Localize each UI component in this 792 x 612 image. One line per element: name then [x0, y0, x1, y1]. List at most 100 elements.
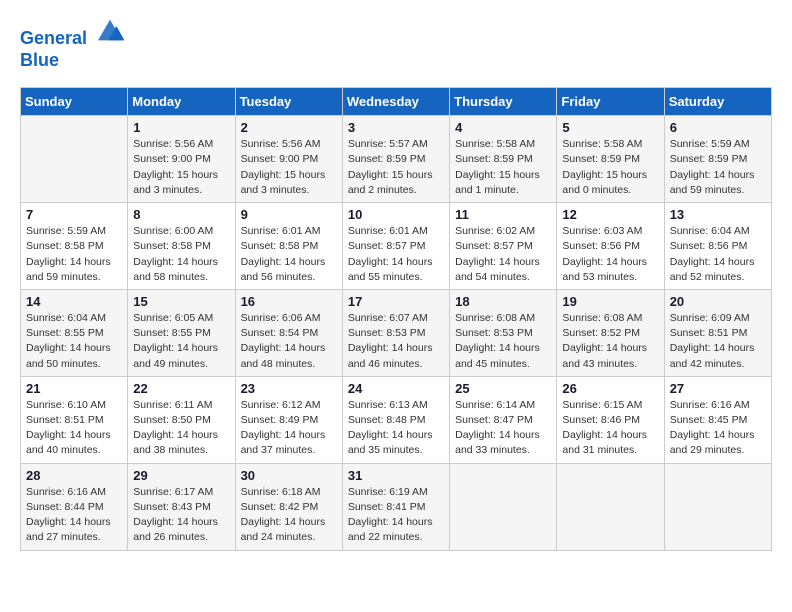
day-number: 20: [670, 294, 766, 309]
day-info: Sunrise: 6:14 AMSunset: 8:47 PMDaylight:…: [455, 398, 551, 459]
calendar-cell: 5 Sunrise: 5:58 AMSunset: 8:59 PMDaylight…: [557, 116, 664, 203]
day-info: Sunrise: 5:59 AMSunset: 8:58 PMDaylight:…: [26, 224, 122, 285]
col-header-friday: Friday: [557, 88, 664, 116]
calendar-cell: 25 Sunrise: 6:14 AMSunset: 8:47 PMDayligh…: [450, 376, 557, 463]
week-row-5: 28 Sunrise: 6:16 AMSunset: 8:44 PMDayligh…: [21, 463, 772, 550]
day-info: Sunrise: 5:58 AMSunset: 8:59 PMDaylight:…: [455, 137, 551, 198]
day-number: 4: [455, 120, 551, 135]
day-info: Sunrise: 6:08 AMSunset: 8:52 PMDaylight:…: [562, 311, 658, 372]
day-number: 29: [133, 468, 229, 483]
day-info: Sunrise: 5:56 AMSunset: 9:00 PMDaylight:…: [241, 137, 337, 198]
day-info: Sunrise: 6:03 AMSunset: 8:56 PMDaylight:…: [562, 224, 658, 285]
calendar-cell: 14 Sunrise: 6:04 AMSunset: 8:55 PMDayligh…: [21, 289, 128, 376]
week-row-3: 14 Sunrise: 6:04 AMSunset: 8:55 PMDayligh…: [21, 289, 772, 376]
day-info: Sunrise: 6:01 AMSunset: 8:58 PMDaylight:…: [241, 224, 337, 285]
day-info: Sunrise: 6:08 AMSunset: 8:53 PMDaylight:…: [455, 311, 551, 372]
day-info: Sunrise: 6:17 AMSunset: 8:43 PMDaylight:…: [133, 485, 229, 546]
calendar-cell: 17 Sunrise: 6:07 AMSunset: 8:53 PMDayligh…: [342, 289, 449, 376]
day-info: Sunrise: 6:12 AMSunset: 8:49 PMDaylight:…: [241, 398, 337, 459]
day-info: Sunrise: 6:18 AMSunset: 8:42 PMDaylight:…: [241, 485, 337, 546]
day-info: Sunrise: 6:07 AMSunset: 8:53 PMDaylight:…: [348, 311, 444, 372]
calendar-cell: 28 Sunrise: 6:16 AMSunset: 8:44 PMDayligh…: [21, 463, 128, 550]
day-number: 7: [26, 207, 122, 222]
calendar-cell: [21, 116, 128, 203]
day-number: 9: [241, 207, 337, 222]
day-info: Sunrise: 5:56 AMSunset: 9:00 PMDaylight:…: [133, 137, 229, 198]
calendar-cell: 10 Sunrise: 6:01 AMSunset: 8:57 PMDayligh…: [342, 203, 449, 290]
day-info: Sunrise: 6:19 AMSunset: 8:41 PMDaylight:…: [348, 485, 444, 546]
calendar-cell: 22 Sunrise: 6:11 AMSunset: 8:50 PMDayligh…: [128, 376, 235, 463]
col-header-sunday: Sunday: [21, 88, 128, 116]
calendar-cell: 1Sunrise: 5:56 AMSunset: 9:00 PMDaylight…: [128, 116, 235, 203]
day-number: 23: [241, 381, 337, 396]
calendar-cell: 9 Sunrise: 6:01 AMSunset: 8:58 PMDaylight…: [235, 203, 342, 290]
day-info: Sunrise: 6:04 AMSunset: 8:55 PMDaylight:…: [26, 311, 122, 372]
col-header-tuesday: Tuesday: [235, 88, 342, 116]
day-number: 14: [26, 294, 122, 309]
day-number: 27: [670, 381, 766, 396]
calendar-cell: 4 Sunrise: 5:58 AMSunset: 8:59 PMDaylight…: [450, 116, 557, 203]
col-header-thursday: Thursday: [450, 88, 557, 116]
calendar-cell: 19 Sunrise: 6:08 AMSunset: 8:52 PMDayligh…: [557, 289, 664, 376]
calendar-cell: 3 Sunrise: 5:57 AMSunset: 8:59 PMDaylight…: [342, 116, 449, 203]
calendar-cell: 30 Sunrise: 6:18 AMSunset: 8:42 PMDayligh…: [235, 463, 342, 550]
col-header-saturday: Saturday: [664, 88, 771, 116]
day-info: Sunrise: 6:00 AMSunset: 8:58 PMDaylight:…: [133, 224, 229, 285]
calendar-cell: 23 Sunrise: 6:12 AMSunset: 8:49 PMDayligh…: [235, 376, 342, 463]
day-info: Sunrise: 6:01 AMSunset: 8:57 PMDaylight:…: [348, 224, 444, 285]
day-number: 6: [670, 120, 766, 135]
day-info: Sunrise: 6:09 AMSunset: 8:51 PMDaylight:…: [670, 311, 766, 372]
day-number: 10: [348, 207, 444, 222]
calendar-cell: 16 Sunrise: 6:06 AMSunset: 8:54 PMDayligh…: [235, 289, 342, 376]
day-number: 22: [133, 381, 229, 396]
day-info: Sunrise: 5:58 AMSunset: 8:59 PMDaylight:…: [562, 137, 658, 198]
logo: General Blue: [20, 20, 126, 71]
week-row-4: 21 Sunrise: 6:10 AMSunset: 8:51 PMDayligh…: [21, 376, 772, 463]
calendar-cell: 18 Sunrise: 6:08 AMSunset: 8:53 PMDayligh…: [450, 289, 557, 376]
day-info: Sunrise: 6:16 AMSunset: 8:44 PMDaylight:…: [26, 485, 122, 546]
calendar-cell: 24Sunrise: 6:13 AMSunset: 8:48 PMDayligh…: [342, 376, 449, 463]
calendar-cell: 26 Sunrise: 6:15 AMSunset: 8:46 PMDayligh…: [557, 376, 664, 463]
day-number: 16: [241, 294, 337, 309]
calendar-table: SundayMondayTuesdayWednesdayThursdayFrid…: [20, 87, 772, 550]
day-info: Sunrise: 6:11 AMSunset: 8:50 PMDaylight:…: [133, 398, 229, 459]
page-header: General Blue: [20, 20, 772, 71]
calendar-cell: [450, 463, 557, 550]
day-number: 15: [133, 294, 229, 309]
day-number: 21: [26, 381, 122, 396]
calendar-cell: 12 Sunrise: 6:03 AMSunset: 8:56 PMDayligh…: [557, 203, 664, 290]
day-info: Sunrise: 6:15 AMSunset: 8:46 PMDaylight:…: [562, 398, 658, 459]
day-number: 28: [26, 468, 122, 483]
day-info: Sunrise: 6:16 AMSunset: 8:45 PMDaylight:…: [670, 398, 766, 459]
calendar-cell: 11 Sunrise: 6:02 AMSunset: 8:57 PMDayligh…: [450, 203, 557, 290]
day-number: 13: [670, 207, 766, 222]
day-info: Sunrise: 6:06 AMSunset: 8:54 PMDaylight:…: [241, 311, 337, 372]
week-row-1: 1Sunrise: 5:56 AMSunset: 9:00 PMDaylight…: [21, 116, 772, 203]
day-number: 31: [348, 468, 444, 483]
day-number: 18: [455, 294, 551, 309]
day-number: 3: [348, 120, 444, 135]
day-number: 25: [455, 381, 551, 396]
day-number: 5: [562, 120, 658, 135]
calendar-cell: 21 Sunrise: 6:10 AMSunset: 8:51 PMDayligh…: [21, 376, 128, 463]
calendar-cell: 13Sunrise: 6:04 AMSunset: 8:56 PMDayligh…: [664, 203, 771, 290]
day-number: 26: [562, 381, 658, 396]
day-info: Sunrise: 6:10 AMSunset: 8:51 PMDaylight:…: [26, 398, 122, 459]
day-number: 19: [562, 294, 658, 309]
day-info: Sunrise: 5:57 AMSunset: 8:59 PMDaylight:…: [348, 137, 444, 198]
col-header-wednesday: Wednesday: [342, 88, 449, 116]
day-number: 11: [455, 207, 551, 222]
calendar-cell: 6Sunrise: 5:59 AMSunset: 8:59 PMDaylight…: [664, 116, 771, 203]
day-number: 30: [241, 468, 337, 483]
calendar-cell: 31 Sunrise: 6:19 AMSunset: 8:41 PMDayligh…: [342, 463, 449, 550]
calendar-cell: [557, 463, 664, 550]
calendar-cell: 15 Sunrise: 6:05 AMSunset: 8:55 PMDayligh…: [128, 289, 235, 376]
col-header-monday: Monday: [128, 88, 235, 116]
day-number: 24: [348, 381, 444, 396]
day-number: 12: [562, 207, 658, 222]
day-info: Sunrise: 6:05 AMSunset: 8:55 PMDaylight:…: [133, 311, 229, 372]
day-number: 8: [133, 207, 229, 222]
day-number: 17: [348, 294, 444, 309]
day-info: Sunrise: 6:02 AMSunset: 8:57 PMDaylight:…: [455, 224, 551, 285]
calendar-cell: 27 Sunrise: 6:16 AMSunset: 8:45 PMDayligh…: [664, 376, 771, 463]
